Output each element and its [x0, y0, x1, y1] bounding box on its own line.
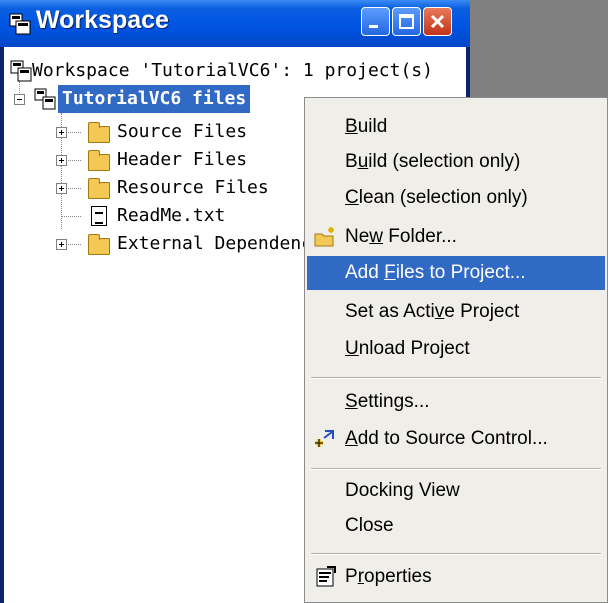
workspace-icon — [10, 60, 32, 82]
window-title: Workspace — [36, 6, 169, 34]
source-control-icon — [315, 430, 334, 447]
close-icon — [430, 14, 445, 29]
tree-item-label: Source Files — [117, 121, 248, 142]
context-menu: Build Build (selection only) Clean (sele… — [304, 97, 608, 603]
menu-item-label: Properties — [345, 566, 432, 587]
folder-icon — [88, 178, 110, 199]
project-icon — [34, 88, 56, 110]
menu-item-new-folder[interactable]: New Folder... — [307, 220, 605, 254]
menu-item-label: Set as Active Project — [345, 301, 520, 322]
maximize-button[interactable] — [392, 7, 421, 36]
workspace-icon — [9, 13, 31, 35]
menu-item-label: Add Files to Project... — [345, 262, 526, 283]
tree-root-workspace[interactable]: Workspace 'TutorialVC6': 1 project(s) — [4, 57, 466, 85]
menu-item-label: Docking View — [345, 480, 460, 501]
menu-item-label: Add to Source Control... — [345, 428, 548, 449]
menu-item-build-selection[interactable]: Build (selection only) — [307, 145, 605, 179]
menu-item-set-active-project[interactable]: Set as Active Project — [307, 295, 605, 329]
expand-icon[interactable] — [56, 127, 67, 138]
menu-item-label: New Folder... — [345, 226, 457, 247]
folder-icon — [88, 150, 110, 171]
menu-item-add-to-source-control[interactable]: Add to Source Control... — [307, 422, 605, 456]
menu-item-label: Build — [345, 116, 388, 137]
tree-root-label: Workspace 'TutorialVC6': 1 project(s) — [32, 60, 433, 81]
tree-item-label: Header Files — [117, 149, 248, 170]
close-button[interactable] — [423, 7, 452, 36]
expand-icon[interactable] — [56, 155, 67, 166]
tree-item-label: Resource Files — [117, 177, 269, 198]
expand-icon[interactable] — [56, 239, 67, 250]
menu-item-add-files[interactable]: Add Files to Project... — [307, 256, 605, 290]
maximize-icon — [399, 14, 414, 29]
title-bar[interactable]: Workspace — [0, 0, 470, 47]
new-folder-icon — [314, 227, 334, 247]
menu-item-label: Clean (selection only) — [345, 187, 528, 208]
menu-separator — [311, 553, 601, 555]
menu-item-settings[interactable]: Settings... — [307, 385, 605, 419]
tree-item-label: ReadMe.txt — [117, 205, 226, 226]
menu-item-label: Build (selection only) — [345, 151, 521, 172]
menu-item-docking-view[interactable]: Docking View — [307, 474, 605, 508]
menu-item-label: Settings... — [345, 391, 430, 412]
minimize-button[interactable] — [361, 7, 390, 36]
folder-icon — [88, 122, 110, 143]
properties-icon — [316, 566, 336, 587]
menu-item-properties[interactable]: Properties — [307, 560, 605, 594]
expand-icon[interactable] — [56, 183, 67, 194]
menu-item-label: Unload Project — [345, 338, 470, 359]
folder-icon — [88, 234, 110, 255]
menu-separator — [311, 468, 601, 470]
menu-item-clean-selection[interactable]: Clean (selection only) — [307, 181, 605, 215]
text-file-icon — [91, 206, 107, 226]
collapse-icon[interactable] — [14, 94, 25, 105]
menu-separator — [311, 377, 601, 379]
minimize-icon — [369, 25, 378, 28]
menu-item-build[interactable]: Build — [307, 110, 605, 144]
menu-item-unload-project[interactable]: Unload Project — [307, 332, 605, 366]
project-label: TutorialVC6 files — [58, 85, 251, 113]
menu-item-label: Close — [345, 515, 394, 536]
menu-item-close[interactable]: Close — [307, 509, 605, 543]
